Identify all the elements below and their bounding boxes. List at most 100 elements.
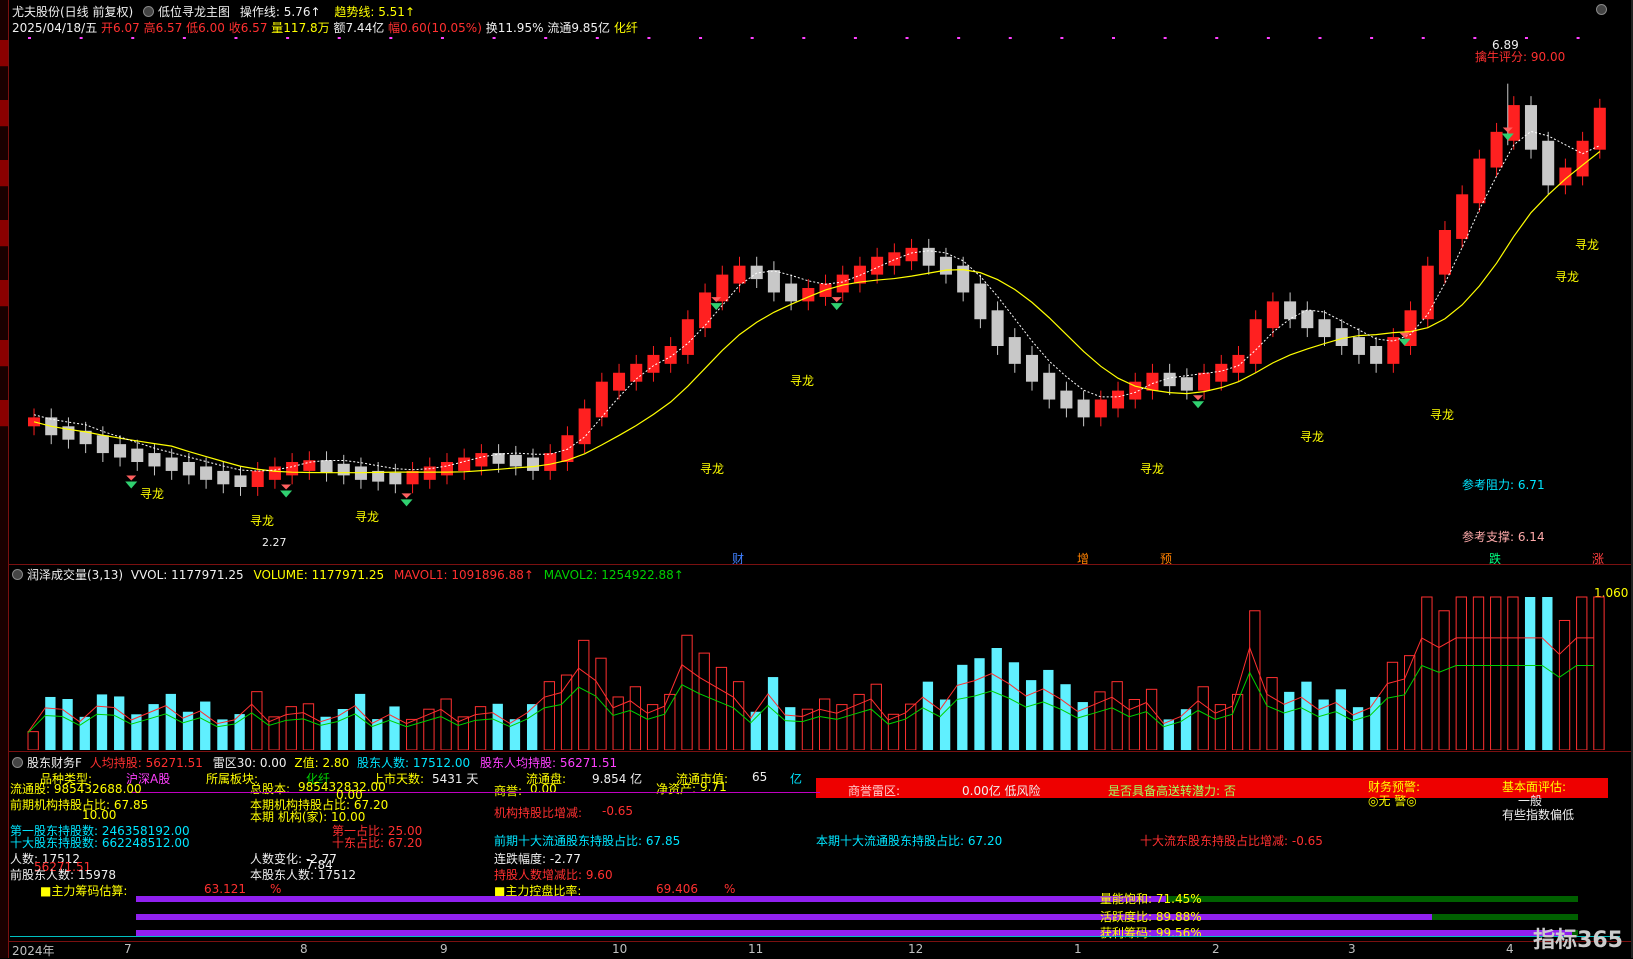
quote-turnover: 换11.95% bbox=[485, 21, 544, 35]
signal-dot bbox=[1215, 37, 1219, 39]
volume-bar bbox=[698, 652, 710, 750]
candle bbox=[544, 453, 557, 471]
candle bbox=[251, 470, 264, 487]
volume-bar bbox=[785, 707, 796, 750]
candle bbox=[182, 462, 195, 476]
candle bbox=[1043, 372, 1056, 400]
volume-bar bbox=[234, 714, 245, 750]
sidebar-tab[interactable] bbox=[0, 40, 8, 67]
axis-month: 12 bbox=[908, 942, 924, 956]
support-label: 参考支撑: 6.14 bbox=[1462, 530, 1545, 544]
axis-month: 3 bbox=[1348, 942, 1356, 956]
goodwill-value: 0.00 bbox=[530, 782, 557, 796]
sidebar-tab[interactable] bbox=[0, 100, 8, 127]
candle bbox=[750, 265, 763, 280]
candle bbox=[1421, 265, 1434, 320]
settings-circle-icon[interactable] bbox=[143, 6, 155, 17]
candle bbox=[268, 466, 281, 480]
volume-bar bbox=[96, 694, 108, 750]
axis-month: 2 bbox=[1212, 942, 1220, 956]
mcap-unit: 亿 bbox=[790, 772, 803, 786]
brand-logo: 指标365 bbox=[1533, 928, 1623, 953]
holders-avg-value: 股东人均持股: 56271.51 bbox=[479, 756, 618, 770]
candle bbox=[217, 470, 230, 485]
trend-label: 趋势线: bbox=[334, 5, 375, 19]
gem-marker bbox=[400, 499, 413, 507]
candle bbox=[561, 435, 574, 462]
candle bbox=[853, 265, 866, 284]
sidebar-tab[interactable] bbox=[0, 280, 8, 307]
sidebar-tab[interactable] bbox=[0, 220, 8, 247]
candle bbox=[1266, 301, 1279, 329]
candle bbox=[1490, 131, 1503, 168]
zero-value: 0.00 bbox=[336, 788, 363, 802]
mavol2-value: MAVOL2: 1254922.88↑ bbox=[543, 568, 684, 582]
volume-bar bbox=[681, 634, 693, 750]
xunlong-label: 寻龙 bbox=[1430, 408, 1455, 422]
float-value: 9.854 亿 bbox=[592, 772, 643, 786]
finance-settings-icon[interactable] bbox=[12, 757, 23, 768]
sidebar-tab[interactable] bbox=[0, 400, 8, 427]
volume-bar bbox=[1490, 596, 1502, 750]
float-shares: 流通股: 985432688.00 bbox=[10, 782, 142, 796]
candle bbox=[1456, 194, 1469, 239]
volume-bar bbox=[1507, 596, 1519, 750]
signal-dot bbox=[234, 37, 238, 39]
candle bbox=[1387, 337, 1400, 364]
candle bbox=[28, 417, 41, 427]
candle bbox=[991, 310, 1004, 346]
volume-settings-icon[interactable] bbox=[12, 569, 23, 580]
candle bbox=[440, 462, 454, 476]
signal-dot bbox=[595, 37, 599, 39]
signal-dot bbox=[647, 37, 651, 39]
finance-title[interactable]: 股东财务F bbox=[27, 756, 82, 770]
finance-header: 股东财务F 人均持股: 56271.51 雷区30: 0.00 Z值: 2.80… bbox=[12, 754, 617, 771]
volume-bar bbox=[1558, 619, 1571, 750]
volume-bar bbox=[302, 703, 315, 750]
time-axis bbox=[8, 941, 1631, 959]
signal-dot bbox=[957, 37, 961, 39]
axis-month: 9 bbox=[440, 942, 448, 956]
candle bbox=[1215, 363, 1228, 382]
candle bbox=[595, 381, 608, 418]
sidebar-tab[interactable] bbox=[0, 340, 8, 367]
candle bbox=[1542, 140, 1555, 186]
volume-bar bbox=[1025, 680, 1037, 750]
volume-bar bbox=[1249, 610, 1261, 750]
candle bbox=[406, 470, 419, 485]
candle bbox=[1438, 230, 1451, 275]
signal-dot bbox=[1370, 37, 1374, 39]
axis-month: 7 bbox=[124, 942, 132, 956]
stock-title[interactable]: 尤夫股份(日线 前复权) bbox=[12, 5, 133, 19]
axis-month: 1 bbox=[1074, 942, 1082, 956]
capital-label: 总股本: bbox=[250, 782, 291, 796]
volume-bar bbox=[45, 696, 56, 750]
candle bbox=[389, 472, 402, 485]
volume-bar bbox=[62, 699, 73, 750]
volume-chart[interactable] bbox=[8, 582, 1631, 750]
gem-marker bbox=[710, 303, 723, 311]
candle bbox=[647, 354, 660, 373]
listing-days-value: 5431 天 bbox=[432, 772, 479, 786]
restore-circle-icon[interactable] bbox=[1596, 3, 1611, 17]
volume-bar bbox=[1455, 596, 1467, 750]
volume-title[interactable]: 润泽成交量(3,13) bbox=[27, 568, 123, 582]
cur-top10: 本期十大流通股东持股占比: 67.20 bbox=[816, 834, 1003, 848]
candle bbox=[96, 435, 109, 454]
signal-dot bbox=[544, 37, 548, 39]
magenta-line bbox=[130, 792, 820, 793]
top10-change: 十大流东股东持股占比增减: -0.65 bbox=[1140, 834, 1323, 848]
volume-bar bbox=[595, 657, 607, 750]
indicator-name[interactable]: 低位寻龙主图 bbox=[158, 5, 230, 19]
ctrl-unit: % bbox=[724, 882, 736, 896]
candle bbox=[1370, 346, 1383, 364]
xunlong-label: 寻龙 bbox=[1300, 430, 1325, 444]
profit-label: 获利筹码: 99.56% bbox=[1100, 926, 1202, 940]
net-assets-label: 净资产: bbox=[656, 782, 697, 796]
quote-float: 流通9.85亿 bbox=[547, 21, 611, 35]
volume-bar bbox=[1301, 681, 1312, 750]
sidebar-tab[interactable] bbox=[0, 160, 8, 187]
top-ratio: 十东占比: 67.20 bbox=[332, 836, 423, 850]
candlestick-chart[interactable] bbox=[8, 36, 1631, 540]
volume-bar bbox=[251, 691, 263, 750]
